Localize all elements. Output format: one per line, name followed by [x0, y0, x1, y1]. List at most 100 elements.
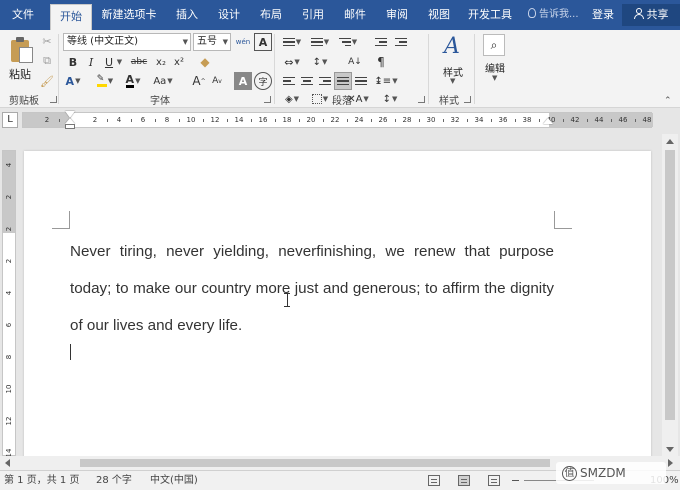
italic-button[interactable]: I: [82, 53, 100, 71]
tab-mailings[interactable]: 邮件: [336, 0, 374, 30]
enclose-characters-button[interactable]: 字: [254, 72, 272, 90]
font-color-button[interactable]: A ▼: [122, 72, 144, 90]
increase-indent-button[interactable]: [392, 33, 410, 51]
tab-home[interactable]: 开始: [50, 4, 92, 30]
word-count-status[interactable]: 28 个字: [96, 471, 132, 490]
cut-icon[interactable]: ✂: [38, 32, 56, 50]
vertical-ruler[interactable]: 4 2 2 2 4 6 8 10 12 14: [2, 150, 16, 457]
clipboard-launcher-icon[interactable]: [50, 96, 57, 103]
print-layout-icon[interactable]: [458, 475, 470, 486]
ruler-label: 44: [594, 116, 604, 124]
font-name-combo[interactable]: 等线 (中文正文) ▼: [63, 33, 191, 51]
grow-font-button[interactable]: A ^: [190, 72, 208, 90]
horizontal-scroll-thumb[interactable]: [80, 459, 550, 467]
ruler-tick: [251, 119, 252, 122]
subscript-button[interactable]: x₂: [152, 53, 170, 71]
ruler-tick: [419, 119, 420, 122]
ruler-tick: [347, 119, 348, 122]
tell-me-search[interactable]: 告诉我...: [528, 0, 579, 30]
left-indent-marker[interactable]: [65, 124, 75, 129]
tab-references[interactable]: 引用: [294, 0, 332, 30]
bullets-button[interactable]: ▼: [280, 33, 304, 51]
highlight-button[interactable]: ✎ ▼: [94, 72, 116, 90]
search-icon: ⌕: [483, 34, 505, 56]
font-color-glyph: A: [125, 73, 135, 88]
page-count-status[interactable]: 第 1 页，共 1 页: [4, 471, 79, 490]
superscript-button[interactable]: x²: [170, 53, 188, 71]
change-case-button[interactable]: Aa ▼: [150, 72, 176, 90]
tab-developer[interactable]: 开发工具: [462, 0, 518, 30]
editing-button[interactable]: ⌕ 编辑 ▼: [478, 32, 512, 90]
first-line-indent-marker[interactable]: [65, 111, 75, 118]
web-layout-icon[interactable]: [488, 475, 500, 486]
scroll-down-icon[interactable]: [666, 447, 674, 452]
paragraph-launcher-icon[interactable]: [418, 96, 425, 103]
scroll-up-icon[interactable]: [666, 139, 674, 144]
chinese-layout-button[interactable]: ⇔ ▼: [280, 53, 304, 71]
font-launcher-icon[interactable]: [264, 96, 271, 103]
clear-formatting-icon[interactable]: ◆: [196, 53, 214, 71]
indent-icon: [395, 36, 407, 48]
justify-button[interactable]: [334, 72, 352, 90]
decrease-indent-button[interactable]: [372, 33, 390, 51]
zoom-out-icon[interactable]: [512, 480, 519, 482]
tab-design[interactable]: 设计: [210, 0, 248, 30]
sort-button[interactable]: ↕ ▼: [308, 53, 332, 71]
ruler-label: 4: [116, 116, 122, 124]
vertical-scroll-thumb[interactable]: [665, 150, 675, 420]
tab-view[interactable]: 视图: [420, 0, 458, 30]
line-spacing-button[interactable]: ↨≡ ▼: [374, 72, 398, 90]
share-button[interactable]: 共享: [622, 4, 680, 26]
shrink-font-button[interactable]: Av: [208, 72, 226, 90]
document-paragraph[interactable]: Never tiring, never yielding, neverfinis…: [70, 233, 554, 344]
align-left-button[interactable]: [280, 72, 298, 90]
document-canvas[interactable]: Never tiring, never yielding, neverfinis…: [18, 134, 660, 456]
bold-button[interactable]: B: [64, 53, 82, 71]
paste-button[interactable]: 粘贴: [2, 32, 36, 90]
scroll-right-icon[interactable]: [668, 459, 673, 467]
ruler-label: 48: [642, 116, 652, 124]
copy-icon[interactable]: ⧉: [38, 52, 56, 70]
scroll-left-icon[interactable]: [5, 459, 10, 467]
collapse-ribbon-icon[interactable]: ⌃: [664, 96, 672, 106]
styles-button[interactable]: A 样式 ▼: [436, 32, 470, 90]
tab-layout[interactable]: 布局: [252, 0, 290, 30]
ruler-label: 14: [234, 116, 244, 124]
tab-new-tab[interactable]: 新建选项卡: [96, 0, 162, 30]
strikethrough-button[interactable]: abc: [128, 53, 150, 71]
text-effects-button[interactable]: A ▼: [64, 72, 82, 90]
phonetic-guide-button[interactable]: wén: [234, 33, 252, 51]
numbered-list-icon: [310, 36, 323, 48]
tab-insert[interactable]: 插入: [168, 0, 206, 30]
horizontal-ruler[interactable]: 2 2 4 6 8 10 12 14 16 18 20 22 24 26 28 30 32 34 36 38 40 42 4…: [22, 112, 653, 128]
styles-launcher-icon[interactable]: [464, 96, 471, 103]
sort-az-icon[interactable]: A↓: [346, 53, 364, 71]
read-mode-icon[interactable]: [428, 475, 440, 486]
right-indent-marker[interactable]: [543, 118, 553, 124]
tab-file[interactable]: 文件: [4, 0, 42, 30]
underline-dropdown[interactable]: ▼: [114, 53, 124, 71]
chinese-layout-icon: ⇔: [284, 55, 294, 69]
format-painter-icon[interactable]: 🖌: [38, 72, 56, 90]
multilevel-list-button[interactable]: ▼: [336, 33, 360, 51]
align-right-button[interactable]: [316, 72, 334, 90]
document-page[interactable]: Never tiring, never yielding, neverfinis…: [24, 151, 651, 456]
vertical-scrollbar[interactable]: [662, 134, 678, 456]
vertical-ruler-label: 2: [5, 194, 13, 200]
language-status[interactable]: 中文(中国): [150, 471, 198, 490]
ruler-tick: [299, 119, 300, 122]
tab-review[interactable]: 审阅: [378, 0, 416, 30]
distributed-button[interactable]: [352, 72, 370, 90]
tab-selector-button[interactable]: L: [2, 112, 18, 128]
font-size-combo[interactable]: 五号 ▼: [193, 33, 231, 51]
login-button[interactable]: 登录: [592, 0, 614, 30]
numbering-button[interactable]: ▼: [308, 33, 332, 51]
align-center-button[interactable]: [298, 72, 316, 90]
shading-button[interactable]: ◈ ▼: [280, 92, 304, 106]
paragraph-spacing-button[interactable]: ↕ ▼: [378, 92, 402, 106]
character-border-button[interactable]: A: [254, 33, 272, 51]
show-marks-icon[interactable]: ¶: [372, 53, 390, 71]
borders-icon: [311, 94, 322, 104]
character-shading-button[interactable]: A: [234, 72, 252, 90]
ruler-tick: [179, 119, 180, 122]
